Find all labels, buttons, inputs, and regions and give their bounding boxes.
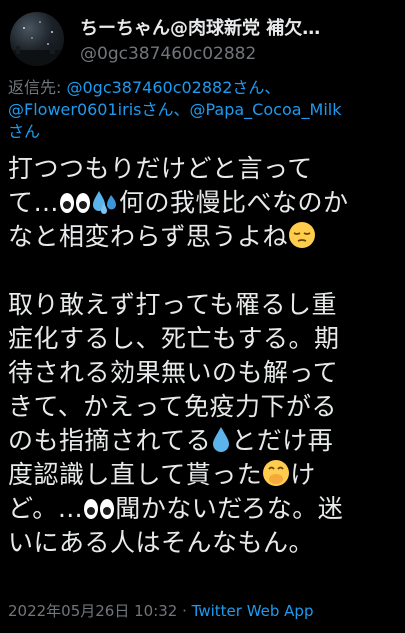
- tweet-text: 打つつもりだけどと言って て… 何の我慢比べなのか なと相変わらず思うよね 取り敢…: [8, 152, 400, 560]
- tweet-line: きて、かえって免疫力下がる: [8, 392, 338, 421]
- tweet-line: 症化するし、死亡もする。期: [8, 324, 340, 353]
- face-with-hand-over-mouth-icon: [262, 459, 290, 496]
- author-display-name[interactable]: ちーちゃん@肉球新党 補欠…: [80, 14, 385, 40]
- tweet-header: ちーちゃん@肉球新党 補欠… @0gc387460c02882: [8, 6, 398, 68]
- tweet-line: のも指摘されてる とだけ再: [8, 424, 400, 458]
- reply-mention-1[interactable]: @0gc387460c02882さん、: [66, 78, 280, 97]
- tweet-line: 待される効果無いのも解って: [8, 358, 339, 387]
- tweet-meta: 2022年05月26日 10:32 · Twitter Web App: [8, 600, 313, 621]
- tweet-line: ど。… 聞かないだろな。迷: [8, 492, 400, 526]
- reply-mention-suffix[interactable]: さん: [8, 122, 40, 141]
- tweet-line: いにある人はそんなもん。: [8, 528, 315, 557]
- tweet-timestamp[interactable]: 2022年05月26日 10:32: [8, 602, 177, 620]
- reply-prefix: 返信先:: [8, 78, 67, 97]
- droplet-icon: [211, 425, 231, 462]
- eyes-icon: [83, 496, 115, 530]
- reply-mention-3[interactable]: @Papa_Cocoa_Milk: [189, 100, 341, 119]
- reply-mention-2[interactable]: @Flower0601irisさん、: [8, 100, 189, 119]
- tweet-line: 取り敢えず打っても罹るし重: [8, 290, 338, 319]
- eyes-icon: [59, 190, 91, 224]
- tweet-line: て… 何の我慢比べなのか: [8, 186, 400, 220]
- pensive-face-icon: [288, 221, 316, 258]
- tweet-line: 打つつもりだけどと言って: [8, 154, 313, 183]
- sweat-droplets-icon: [91, 189, 119, 224]
- author-handle[interactable]: @0gc387460c02882: [80, 44, 256, 64]
- tweet-line: 度認識し直して貰ったけ: [8, 458, 400, 492]
- tweet-line: なと相変わらず思うよね: [8, 220, 400, 254]
- meta-separator: ·: [177, 602, 192, 620]
- reply-context: 返信先: @0gc387460c02882さん、 @Flower0601iris…: [8, 77, 398, 143]
- tweet-client[interactable]: Twitter Web App: [192, 602, 314, 620]
- avatar[interactable]: [10, 12, 64, 66]
